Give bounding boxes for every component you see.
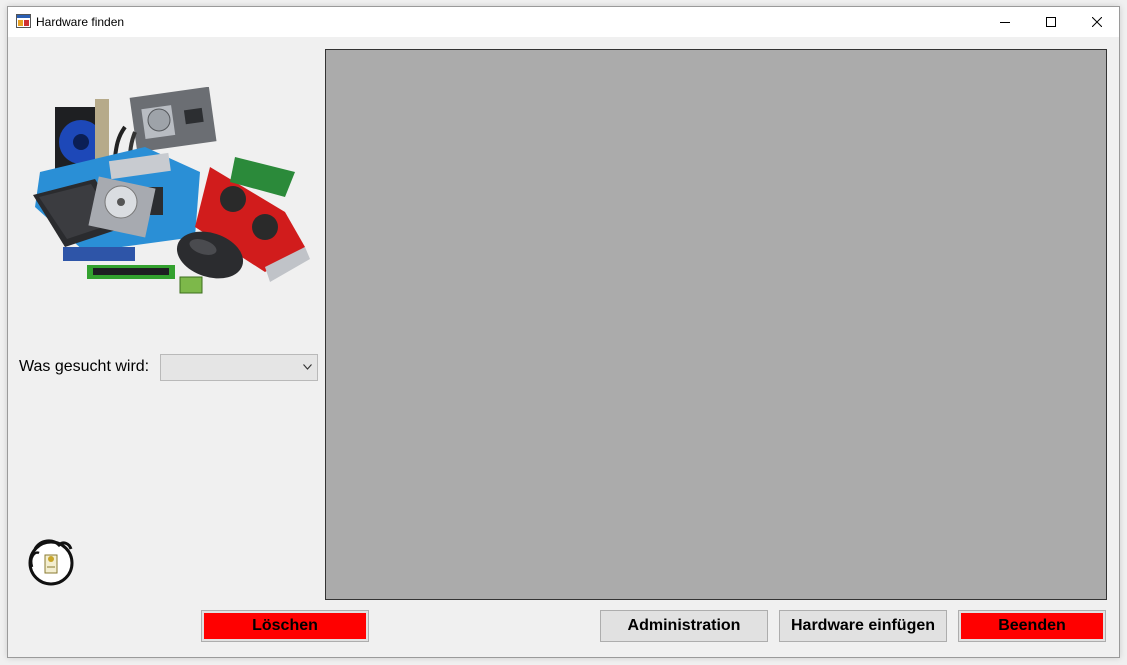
dragon-logo [28, 539, 74, 586]
insert-hardware-button[interactable]: Hardware einfügen [779, 610, 947, 642]
search-select[interactable] [160, 354, 318, 381]
minimize-icon [1000, 22, 1010, 23]
administration-button[interactable]: Administration [600, 610, 768, 642]
results-panel[interactable] [325, 49, 1107, 600]
exit-button-label: Beenden [961, 613, 1103, 639]
chevron-down-icon [303, 364, 312, 370]
delete-button-label: Löschen [204, 613, 366, 639]
window-title: Hardware finden [36, 15, 125, 29]
close-icon [1092, 17, 1102, 27]
search-label: Was gesucht wird: [19, 358, 150, 375]
administration-button-label: Administration [627, 617, 741, 634]
hardware-components-photo [33, 87, 310, 294]
insert-hardware-button-label: Hardware einfügen [790, 617, 936, 634]
close-button[interactable] [1074, 7, 1120, 37]
delete-button[interactable]: Löschen [201, 610, 369, 642]
ram-module-icon [63, 247, 175, 279]
exit-button[interactable]: Beenden [958, 610, 1106, 642]
main-window: Hardware finden Was gesucht wird: Lösche… [7, 6, 1120, 658]
app-window-icon [16, 14, 31, 28]
minimize-button[interactable] [982, 7, 1028, 37]
maximize-button[interactable] [1028, 7, 1074, 37]
maximize-icon [1046, 17, 1056, 27]
power-supply-icon [129, 87, 217, 153]
title-bar[interactable]: Hardware finden [8, 7, 1119, 37]
